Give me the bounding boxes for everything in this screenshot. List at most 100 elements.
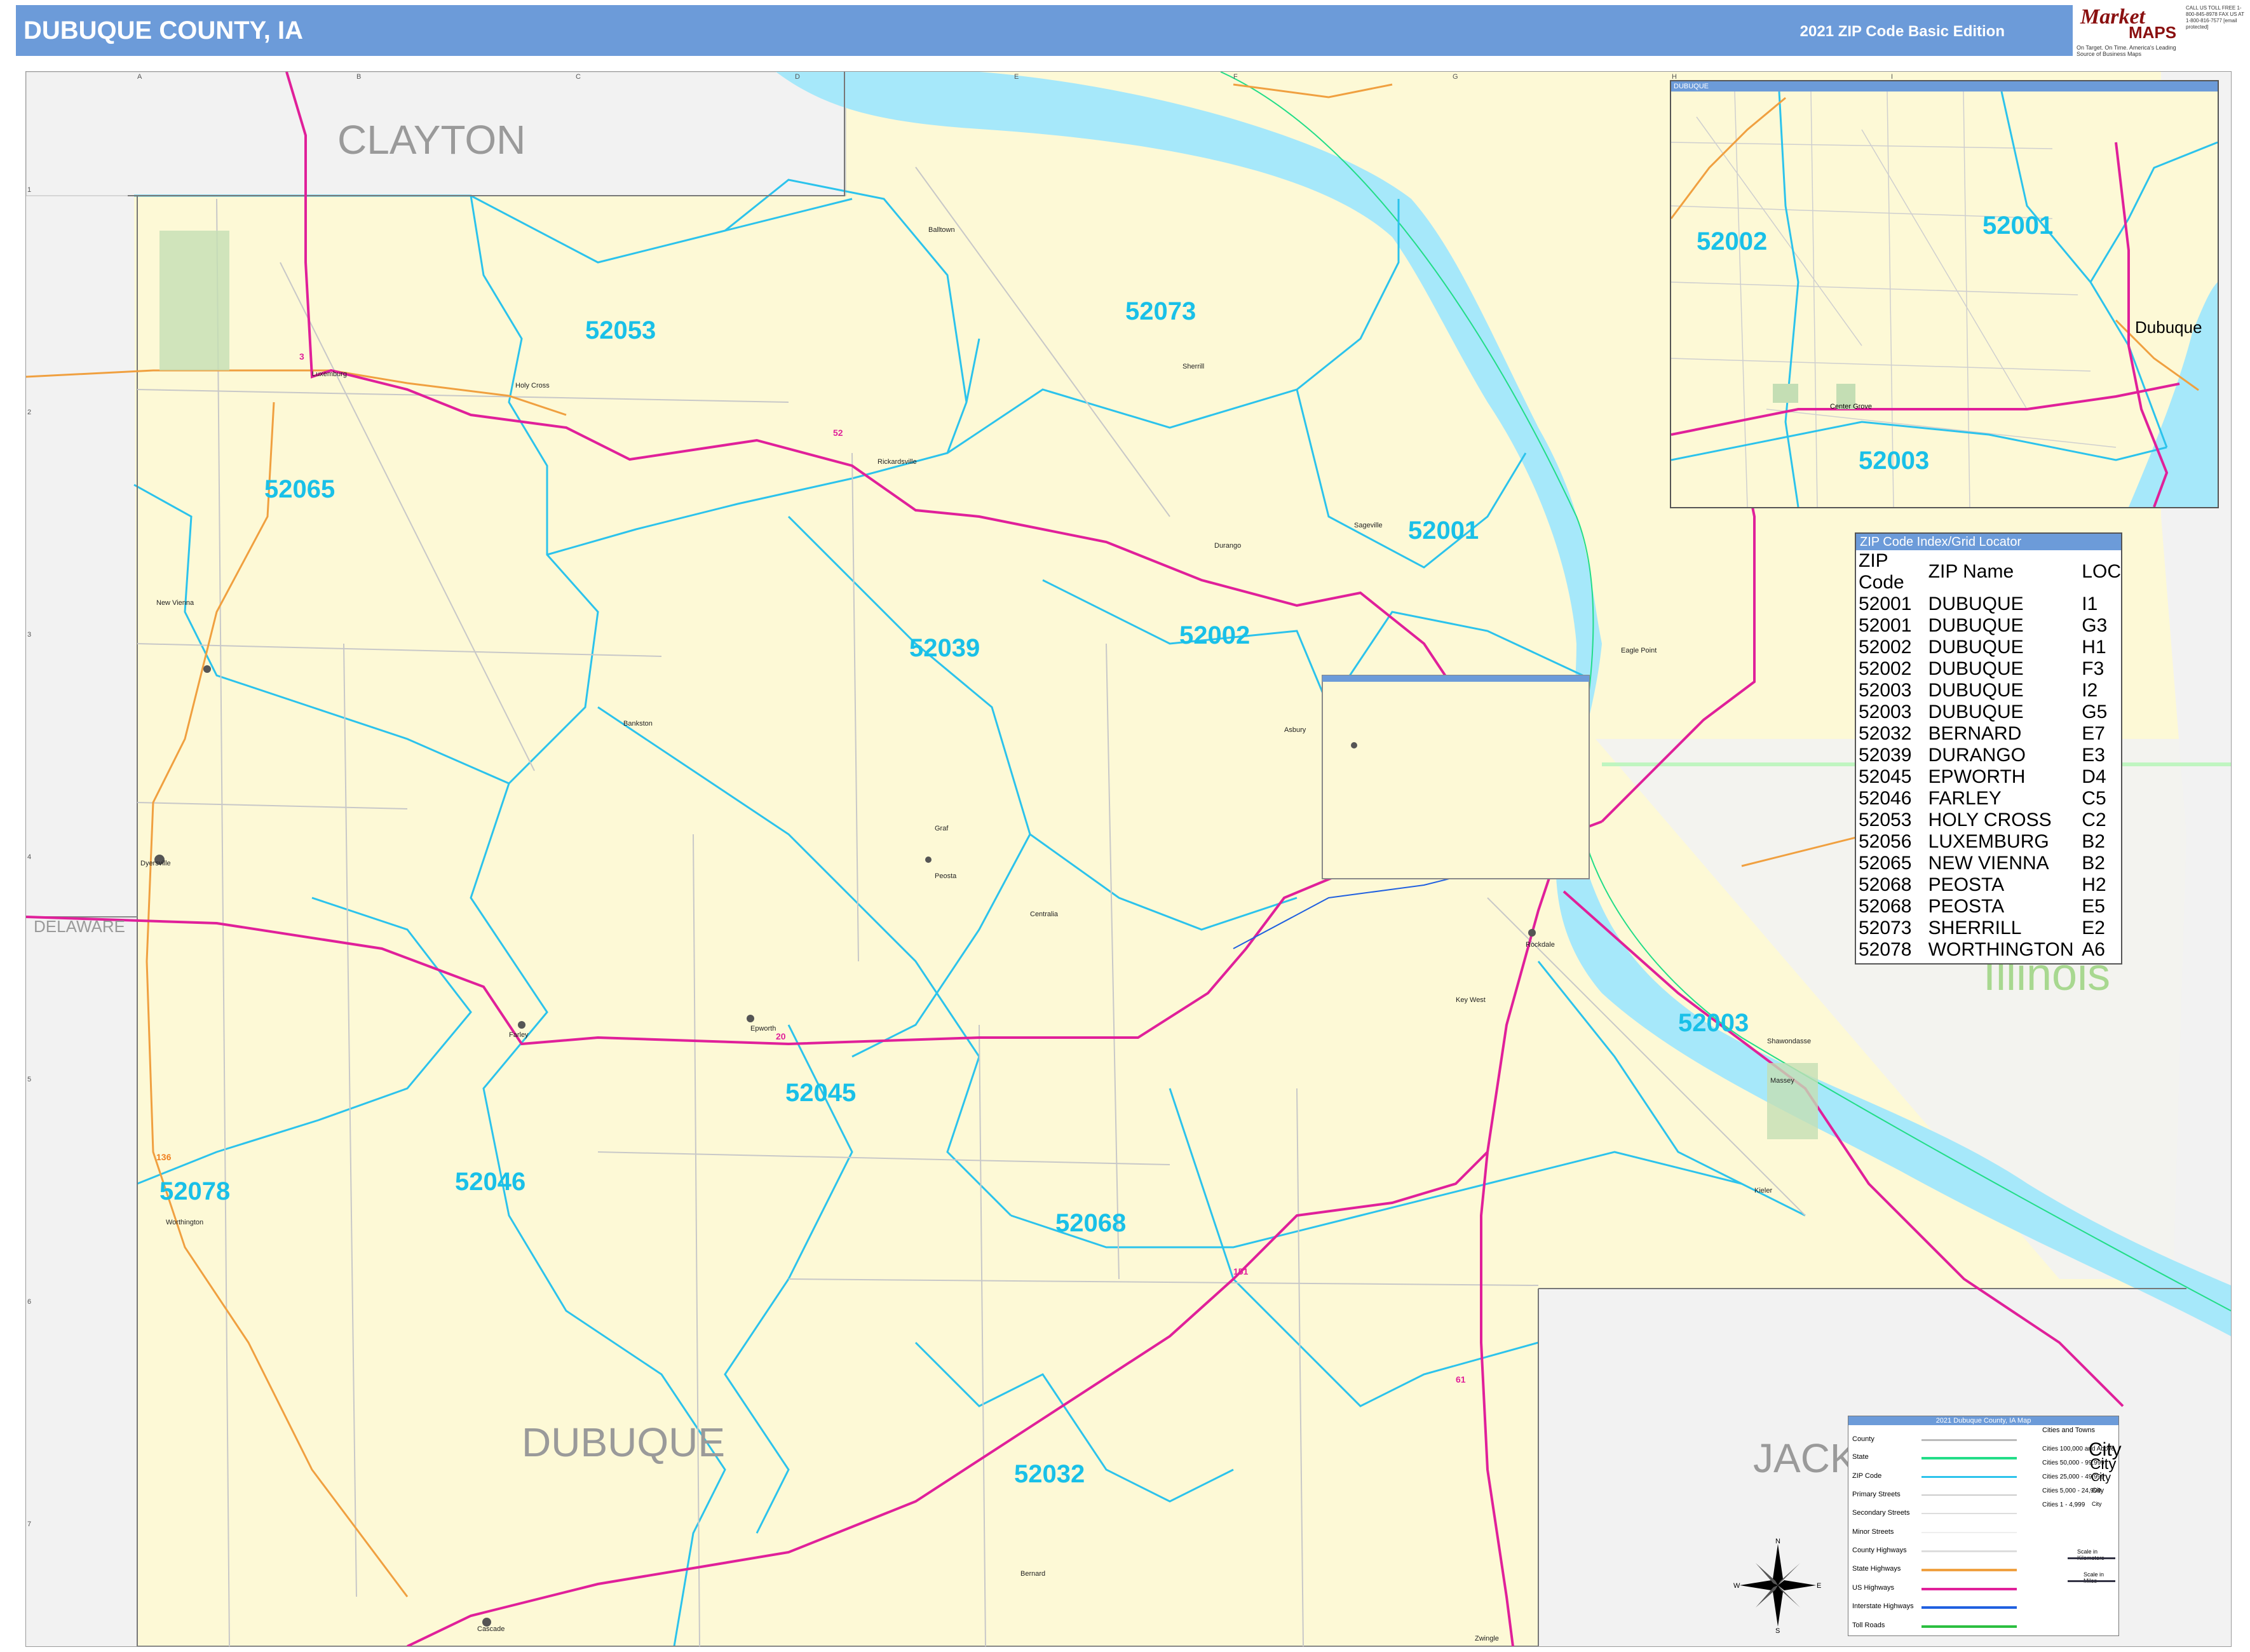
inset-city-dubuque: Dubuque [2135, 318, 2202, 337]
grid-col-a: A [137, 73, 142, 81]
zip-index-cell-loc: C2 [2082, 809, 2106, 830]
inset-title: DUBUQUE [1671, 81, 2218, 91]
legend-city-sample-5: City [2092, 1501, 2102, 1507]
legend-county-highways: County Highways [1852, 1547, 1907, 1554]
zip-index-title: ZIP Code Index/Grid Locator [1856, 534, 2121, 550]
zip-index-cell-name: NEW VIENNA [1928, 853, 2049, 874]
town-rickardsville: Rickardsville [878, 458, 917, 466]
grid-col-e: E [1014, 73, 1019, 81]
town-holy-cross: Holy Cross [515, 382, 550, 389]
map-legend: 2021 Dubuque County, IA Map County State… [1848, 1416, 2122, 1636]
town-bankston: Bankston [623, 720, 653, 728]
zip-index-cell-name: DUBUQUE [1928, 701, 2024, 722]
grid-col-d: D [795, 73, 800, 81]
zip-index-rows: 52001 DUBUQUE I1 52001 DUBUQUE G3 52002 DUBUQUE… [1859, 593, 2121, 961]
legend-county-hwy-swatch [1921, 1550, 2017, 1552]
town-asbury: Asbury [1284, 726, 1306, 734]
zip-label-52001: 52001 [1408, 517, 1479, 545]
legend-secondary-swatch [1921, 1513, 2017, 1514]
zip-index-cell-zip: 52056 [1859, 831, 1912, 852]
zip-index-row: 52078 WORTHINGTON A6 [1859, 939, 2121, 961]
legend-state-swatch [1921, 1457, 2017, 1459]
grid-row-5: 5 [27, 1076, 32, 1083]
town-graf: Graf [935, 825, 949, 832]
town-key-west: Key West [1456, 996, 1486, 1004]
logo-tagline: On Target. On Time. America's Leading So… [2077, 44, 2176, 57]
grid-row-4: 4 [27, 853, 32, 861]
compass-w: W [1733, 1582, 1740, 1590]
town-luxemburg: Luxemburg [312, 370, 348, 378]
zip-code-index: ZIP Code Index/Grid Locator ZIP Code ZIP… [1855, 532, 2122, 965]
zip-index-row: 52068 PEOSTA E5 [1859, 896, 2121, 917]
highway-shield-52: 52 [833, 428, 843, 438]
legend-minor-streets: Minor Streets [1852, 1528, 1894, 1536]
zip-index-row: 52003 DUBUQUE I2 [1859, 680, 2121, 701]
zip-label-52032: 52032 [1014, 1460, 1085, 1488]
zip-index-cell-name: LUXEMBURG [1928, 831, 2049, 852]
compass-rose-icon: N S E W [1733, 1538, 1821, 1633]
zip-index-cell-name: HOLY CROSS [1928, 809, 2052, 830]
zip-index-row: 52002 DUBUQUE H1 [1859, 637, 2121, 658]
zip-index-cell-loc: H2 [2082, 874, 2106, 895]
zip-index-cell-loc: G3 [2082, 615, 2108, 636]
zip-index-cell-zip: 52032 [1859, 723, 1912, 744]
legend-toll-roads: Toll Roads [1852, 1622, 1885, 1629]
zip-index-row: 52032 BERNARD E7 [1859, 723, 2121, 745]
grid-col-g: G [1453, 73, 1458, 81]
zip-index-cell-zip: 52053 [1859, 809, 1912, 830]
town-worthington: Worthington [166, 1219, 204, 1226]
town-centralia: Centralia [1030, 911, 1059, 918]
inset-zip-52003: 52003 [1859, 447, 1930, 475]
zip-index-cell-name: BERNARD [1928, 723, 2022, 744]
inset-zip-52001: 52001 [1982, 212, 2054, 240]
town-bernard: Bernard [1020, 1570, 1046, 1578]
zip-index-cell-loc: G5 [2082, 701, 2108, 722]
zip-index-cell-name: PEOSTA [1928, 896, 2005, 917]
highway-shield-20: 20 [776, 1031, 786, 1041]
zip-index-cell-name: DURANGO [1928, 745, 2026, 766]
zip-index-cell-loc: B2 [2082, 853, 2105, 874]
zip-index-cell-zip: 52068 [1859, 896, 1912, 917]
zip-label-52002: 52002 [1179, 621, 1250, 649]
zip-label-52053: 52053 [585, 316, 656, 344]
dubuque-inset-map[interactable]: DUBUQUE 52002 52001 52003 Dubuque Center… [1670, 80, 2219, 508]
legend-primary-swatch [1921, 1494, 2017, 1496]
zip-index-cell-loc: I2 [2082, 680, 2098, 701]
town-sageville: Sageville [1354, 522, 1383, 529]
town-farley: Farley [509, 1031, 529, 1039]
scale-bar-km [2068, 1557, 2115, 1559]
zip-label-52073: 52073 [1125, 297, 1196, 325]
town-sherrill: Sherrill [1183, 363, 1205, 370]
grid-row-3: 3 [27, 631, 32, 639]
legend-us-hwy-swatch [1921, 1588, 2017, 1590]
zip-index-cell-zip: 52045 [1859, 766, 1912, 787]
zip-index-col-loc: LOC [2082, 561, 2121, 582]
legend-city-1: Cities 1 - 4,999 [2042, 1501, 2085, 1508]
legend-secondary-streets: Secondary Streets [1852, 1509, 1910, 1517]
compass-s: S [1775, 1627, 1780, 1633]
title-banner: DUBUQUE COUNTY, IA 2021 ZIP Code Basic E… [16, 5, 2075, 56]
zip-index-row: 52046 FARLEY C5 [1859, 788, 2121, 809]
zip-label-52078: 52078 [159, 1177, 231, 1205]
zip-index-cell-loc: E2 [2082, 917, 2105, 938]
grid-col-f: F [1233, 73, 1238, 81]
zip-index-cell-loc: F3 [2082, 658, 2104, 679]
zip-index-row: 52073 SHERRILL E2 [1859, 917, 2121, 939]
grid-row-1: 1 [27, 186, 32, 194]
highway-shield-61: 61 [1456, 1374, 1466, 1385]
logo-contact: CALL US TOLL FREE 1-800-845-8978 FAX US … [2186, 5, 2244, 30]
legend-title: 2021 Dubuque County, IA Map [1848, 1416, 2118, 1425]
scale-bar-mi [2068, 1580, 2115, 1582]
town-zwingle: Zwingle [1475, 1635, 1499, 1642]
inset-locator-frame [1322, 675, 1590, 879]
zip-index-cell-zip: 52068 [1859, 874, 1912, 895]
town-massey: Massey [1770, 1077, 1794, 1085]
grid-row-6: 6 [27, 1298, 32, 1306]
zip-index-row: 52003 DUBUQUE G5 [1859, 701, 2121, 723]
zip-index-table: ZIP Code ZIP Name LOC 52001 DUBUQUE I1 5200… [1859, 550, 2121, 961]
zip-index-cell-name: DUBUQUE [1928, 637, 2024, 658]
zip-index-header-row: ZIP Code ZIP Name LOC [1859, 550, 2121, 593]
legend-zip-swatch [1921, 1476, 2017, 1478]
legend-zip-code: ZIP Code [1852, 1472, 1882, 1480]
zip-index-row: 52002 DUBUQUE F3 [1859, 658, 2121, 680]
